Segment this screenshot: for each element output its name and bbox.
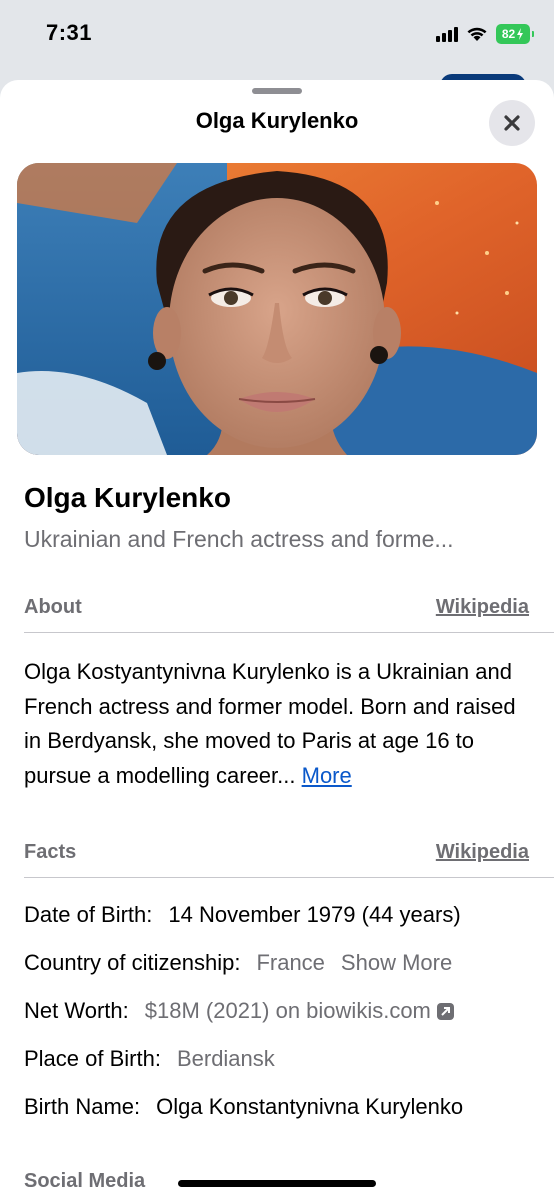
sheet-title: Olga Kurylenko bbox=[195, 108, 359, 133]
fact-row-place-of-birth: Place of Birth: Berdiansk bbox=[24, 1046, 275, 1072]
fact-row-citizenship: Country of citizenship: France Show More bbox=[24, 950, 452, 976]
about-label: About bbox=[24, 595, 82, 618]
fact-value-link[interactable]: Berdiansk bbox=[177, 1046, 275, 1072]
info-sheet: Olga Kurylenko Olga Kurylenko Ukrainian … bbox=[0, 80, 554, 1200]
show-more-button[interactable]: Show More bbox=[341, 950, 452, 976]
wifi-icon bbox=[467, 27, 487, 41]
about-divider bbox=[24, 632, 554, 633]
facts-label: Facts bbox=[24, 840, 77, 863]
status-bar: 7:31 82 bbox=[0, 0, 554, 70]
person-photo[interactable] bbox=[17, 163, 537, 455]
home-indicator[interactable] bbox=[178, 1180, 376, 1187]
fact-row-birth-name: Birth Name: Olga Konstantynivna Kurylenk… bbox=[24, 1094, 463, 1120]
fact-label: Net Worth: bbox=[24, 998, 129, 1023]
fact-row-net-worth: Net Worth: $18M (2021) on biowikis.com bbox=[24, 998, 454, 1024]
battery-level: 82 bbox=[501, 27, 516, 41]
battery-icon: 82 bbox=[496, 24, 534, 44]
cellular-signal-icon bbox=[436, 26, 458, 42]
facts-divider bbox=[24, 877, 554, 878]
about-wikipedia-link[interactable]: Wikipedia bbox=[436, 596, 529, 619]
status-time: 7:31 bbox=[46, 20, 93, 45]
close-icon bbox=[504, 115, 520, 131]
close-button[interactable] bbox=[489, 100, 535, 146]
about-section-header: About Wikipedia bbox=[24, 592, 529, 622]
sheet-grabber[interactable] bbox=[252, 88, 302, 94]
fact-label: Birth Name: bbox=[24, 1094, 141, 1119]
external-link-icon[interactable] bbox=[436, 1002, 454, 1020]
about-text: Olga Kostyantynivna Kurylenko is a Ukrai… bbox=[24, 655, 534, 793]
facts-wikipedia-link[interactable]: Wikipedia bbox=[436, 841, 529, 864]
fact-label: Date of Birth: bbox=[24, 902, 153, 927]
social-media-label: Social Media bbox=[24, 1170, 146, 1192]
fact-value-link[interactable]: $18M (2021) on biowikis.com bbox=[145, 998, 431, 1024]
person-description: Ukrainian and French actress and forme..… bbox=[24, 526, 454, 552]
more-link[interactable]: More bbox=[302, 763, 352, 788]
about-paragraph: Olga Kostyantynivna Kurylenko is a Ukrai… bbox=[24, 659, 516, 788]
fact-label: Country of citizenship: bbox=[24, 950, 241, 975]
fact-value-link[interactable]: France bbox=[256, 950, 324, 976]
status-icons: 82 bbox=[436, 22, 534, 46]
person-name: Olga Kurylenko bbox=[24, 482, 231, 513]
fact-value: 14 November 1979 (44 years) bbox=[168, 902, 461, 927]
fact-value: Olga Konstantynivna Kurylenko bbox=[156, 1094, 464, 1119]
fact-row-date-of-birth: Date of Birth: 14 November 1979 (44 year… bbox=[24, 902, 461, 928]
fact-label: Place of Birth: bbox=[24, 1046, 161, 1071]
facts-section-header: Facts Wikipedia bbox=[24, 837, 529, 867]
